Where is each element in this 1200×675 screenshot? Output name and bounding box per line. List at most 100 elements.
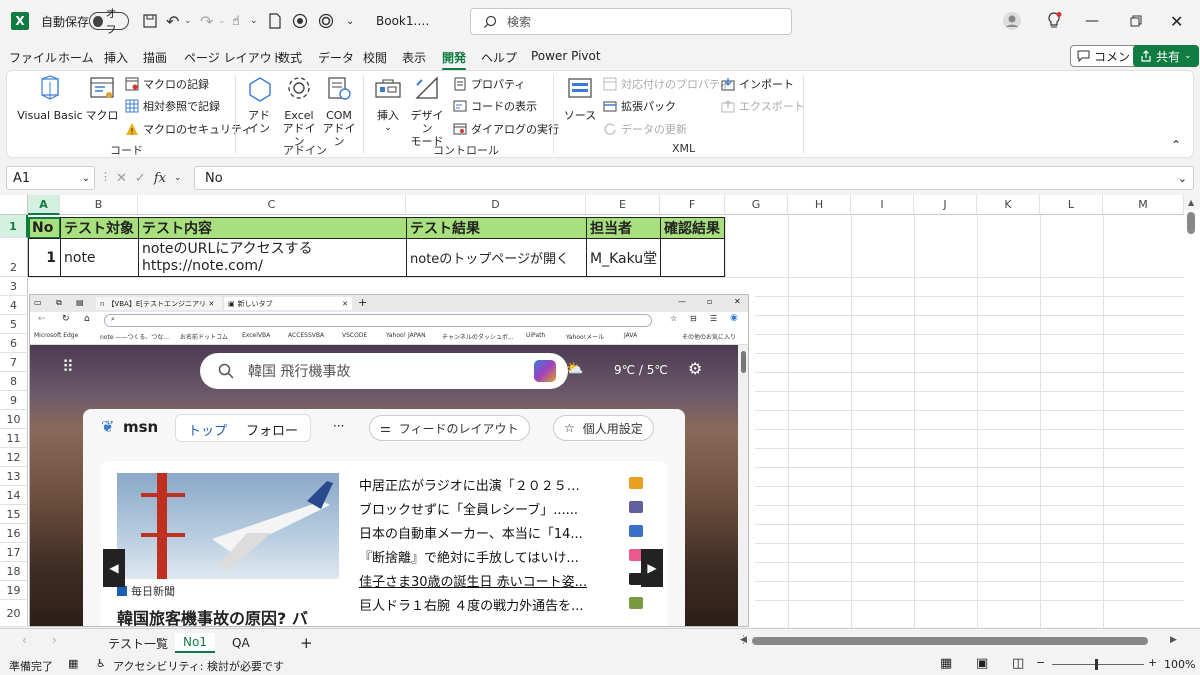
row-header[interactable]: 10	[0, 410, 28, 429]
embedded-screenshot[interactable]: ▭ ⧉ ▤ n 【VBA】E[テストエンジニアリング]エビ ✕ ▣ 新しいタブ …	[29, 294, 749, 627]
view-code-button[interactable]: コードの表示	[453, 99, 537, 113]
row-header[interactable]: 13	[0, 467, 28, 486]
save-icon[interactable]	[142, 0, 158, 42]
row-header[interactable]: 20	[0, 600, 28, 627]
search-box[interactable]: 検索	[470, 8, 792, 35]
touch-mode-icon[interactable]: ☝	[232, 0, 240, 42]
row-header[interactable]: 17	[0, 543, 28, 562]
chevron-down-icon[interactable]: ⌄	[250, 0, 258, 42]
enter-icon[interactable]: ✓	[135, 171, 146, 186]
row-header[interactable]: 18	[0, 562, 28, 581]
chevron-down-icon[interactable]: ⌄	[174, 173, 182, 183]
table-cell[interactable]: noteのトップページが開く	[406, 238, 587, 277]
formula-input[interactable]: No ⌄	[194, 166, 1194, 190]
horizontal-scrollbar-thumb[interactable]	[752, 637, 1148, 645]
workbook-stats-icon[interactable]: ▦	[68, 657, 78, 670]
normal-view-icon[interactable]: ▦	[940, 656, 952, 671]
sheet-tab-active[interactable]: No1	[175, 633, 215, 653]
row-header[interactable]: 2	[0, 238, 28, 277]
row-header[interactable]: 12	[0, 448, 28, 467]
macro-security-button[interactable]: ! マクロのセキュリティ	[125, 122, 252, 136]
row-header[interactable]: 16	[0, 524, 28, 543]
visual-basic-button[interactable]: Visual Basic	[15, 75, 85, 122]
tab-home[interactable]: ホーム	[58, 49, 94, 66]
table-header-cell[interactable]: テスト内容	[138, 217, 407, 239]
row-header[interactable]: 15	[0, 505, 28, 524]
close-icon[interactable]: ✕	[1170, 0, 1183, 42]
row-header[interactable]: 1	[0, 215, 28, 238]
add-sheet-button[interactable]: +	[292, 633, 321, 653]
insert-control-button[interactable]: 挿入 ⌄	[373, 75, 403, 135]
zoom-in-icon[interactable]: +	[1148, 656, 1157, 669]
row-header[interactable]: 6	[0, 334, 28, 353]
refresh-data-button[interactable]: データの更新	[603, 122, 687, 136]
restore-icon[interactable]	[1130, 0, 1142, 42]
column-header[interactable]: H	[788, 195, 851, 215]
table-cell[interactable]	[660, 238, 725, 277]
column-header[interactable]: K	[977, 195, 1040, 215]
map-properties-button[interactable]: 対応付けのプロパティ	[603, 77, 730, 91]
tab-file[interactable]: ファイル	[9, 49, 57, 66]
row-header[interactable]: 4	[0, 296, 28, 315]
page-break-view-icon[interactable]: ◫	[1012, 656, 1024, 671]
tab-draw[interactable]: 描画	[143, 49, 167, 66]
row-header[interactable]: 7	[0, 353, 28, 372]
run-dialog-button[interactable]: ダイアログの実行	[453, 122, 559, 136]
column-header[interactable]: I	[851, 195, 914, 215]
page-layout-view-icon[interactable]: ▣	[976, 656, 988, 671]
table-cell[interactable]: note	[60, 238, 139, 277]
tab-power-pivot[interactable]: Power Pivot	[531, 49, 601, 63]
table-header-cell[interactable]: 担当者	[586, 217, 661, 239]
tab-formulas[interactable]: 数式	[278, 49, 302, 66]
row-header[interactable]: 14	[0, 486, 28, 505]
lightbulb-icon[interactable]	[1046, 0, 1062, 42]
chevron-down-icon[interactable]: ⌄	[184, 0, 192, 42]
chevron-down-icon[interactable]: ⌄	[218, 0, 226, 42]
row-header[interactable]: 3	[0, 277, 28, 296]
row-header[interactable]: 11	[0, 429, 28, 448]
sheet-tab[interactable]: テスト一覧	[100, 633, 176, 653]
scroll-up-icon[interactable]: ▲	[1188, 198, 1194, 207]
account-icon[interactable]	[1002, 0, 1022, 42]
zoom-out-icon[interactable]: −	[1036, 656, 1045, 669]
sheet-tab[interactable]: QA	[224, 633, 258, 653]
accessibility-icon[interactable]: ♿	[96, 657, 106, 670]
next-sheet-icon[interactable]: ›	[52, 633, 57, 647]
select-all-corner[interactable]	[0, 195, 28, 215]
tab-help[interactable]: ヘルプ	[481, 49, 517, 66]
prev-sheet-icon[interactable]: ‹	[22, 633, 27, 647]
cancel-icon[interactable]: ✕	[116, 171, 127, 186]
table-cell[interactable]: 1	[28, 238, 61, 277]
tab-developer[interactable]: 開発	[442, 49, 467, 71]
expand-formula-icon[interactable]: ⌄	[1178, 172, 1187, 185]
design-mode-button[interactable]: デザイン モード	[407, 75, 447, 148]
undo-icon[interactable]: ↶	[166, 0, 179, 42]
column-header[interactable]: B	[60, 195, 138, 215]
scroll-right-icon[interactable]: ▶	[1170, 635, 1177, 645]
row-header[interactable]: 9	[0, 391, 28, 410]
source-button[interactable]: ソース	[563, 75, 597, 122]
table-header-cell[interactable]: テスト対象	[60, 217, 139, 239]
column-header[interactable]: L	[1040, 195, 1103, 215]
excel-addin-button[interactable]: Excel アドイン	[281, 75, 317, 148]
zoom-level[interactable]: 100%	[1164, 658, 1195, 671]
com-addin-button[interactable]: COM アドイン	[321, 75, 357, 148]
tab-review[interactable]: 校閲	[363, 49, 387, 66]
table-cell[interactable]: noteのURLにアクセスする https://note.com/	[138, 238, 407, 277]
column-header[interactable]: E	[586, 195, 660, 215]
insert-function-icon[interactable]: fx	[154, 171, 166, 186]
table-cell[interactable]: M_Kaku堂	[586, 238, 661, 277]
vertical-scrollbar[interactable]	[1184, 210, 1200, 627]
filename[interactable]: Book1.…	[376, 0, 429, 42]
expansion-packs-button[interactable]: 拡張パック	[603, 99, 676, 113]
name-box[interactable]: A1 ⌄	[6, 166, 95, 190]
record-icon[interactable]	[318, 0, 334, 42]
column-header[interactable]: F	[660, 195, 725, 215]
table-header-cell[interactable]: テスト結果	[406, 217, 587, 239]
autosave-toggle[interactable]: オフ	[89, 7, 129, 36]
import-button[interactable]: インポート	[721, 77, 794, 91]
addin-button[interactable]: アド イン	[245, 75, 273, 135]
scroll-left-icon[interactable]: ◀	[740, 635, 747, 645]
column-header[interactable]: D	[406, 195, 586, 215]
column-header[interactable]: M	[1103, 195, 1184, 215]
